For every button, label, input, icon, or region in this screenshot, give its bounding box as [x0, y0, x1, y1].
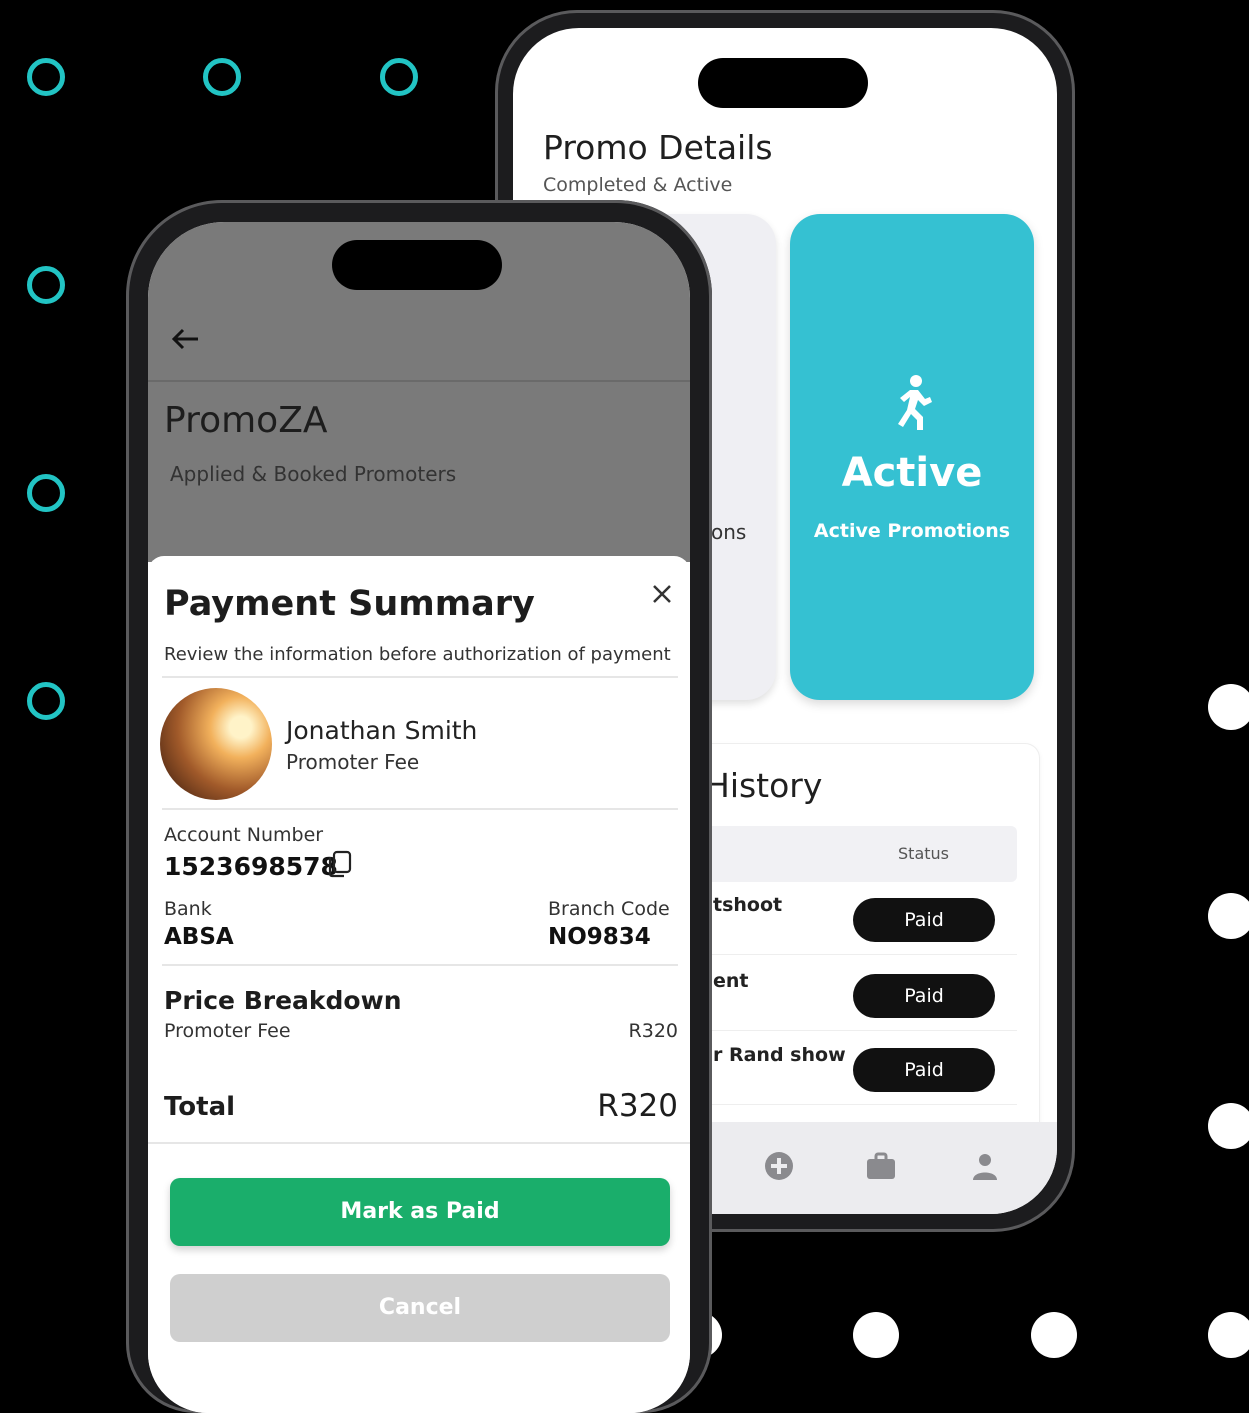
divider [148, 1142, 690, 1144]
branch-code-label: Branch Code [548, 898, 670, 920]
back-arrow-icon[interactable] [168, 322, 202, 356]
active-heading: Active [841, 450, 983, 496]
account-number-value: 1523698578 [164, 852, 338, 881]
price-breakdown-title: Price Breakdown [164, 986, 402, 1015]
person-icon[interactable] [969, 1150, 1001, 1182]
decor-dot [1031, 1312, 1077, 1358]
decor-ring [27, 58, 65, 96]
payment-summary-sheet: Payment Summary Review the information b… [148, 556, 690, 1413]
briefcase-icon[interactable] [865, 1150, 897, 1182]
status-badge: Paid [853, 898, 995, 942]
account-number-label: Account Number [164, 824, 324, 846]
table-row[interactable]: ent Paid [673, 960, 1017, 1031]
status-column-header: Status [898, 844, 949, 863]
dynamic-island [332, 240, 502, 290]
bottom-nav-bar [693, 1122, 1057, 1214]
decor-ring [27, 266, 65, 304]
total-label: Total [164, 1092, 236, 1122]
running-person-icon [898, 375, 932, 430]
divider [162, 964, 678, 966]
decor-ring [203, 58, 241, 96]
bank-label: Bank [164, 898, 212, 920]
breakdown-item-label: Promoter Fee [164, 1020, 291, 1042]
avatar [160, 688, 272, 800]
mark-as-paid-button[interactable]: Mark as Paid [170, 1178, 670, 1246]
table-row[interactable]: r Rand show Paid [673, 1034, 1017, 1105]
page-subtitle: Completed & Active [543, 174, 733, 196]
promoter-role: Promoter Fee [286, 750, 420, 774]
app-title: PromoZA [164, 400, 328, 441]
cancel-button[interactable]: Cancel [170, 1274, 670, 1342]
bank-value: ABSA [164, 924, 234, 950]
active-label: Active Promotions [813, 520, 1011, 542]
promotion-name: r Rand show [713, 1044, 846, 1066]
history-table-header: Status [673, 826, 1017, 882]
active-promotions-card[interactable]: Active Active Promotions [790, 214, 1034, 700]
breakdown-item-amount: R320 [628, 1020, 678, 1042]
sheet-title: Payment Summary [164, 584, 535, 624]
promotion-name: tshoot [713, 894, 783, 916]
decor-dot [1208, 1103, 1249, 1149]
completed-card-label: ons [711, 520, 747, 544]
payment-screen: PromoZA Applied & Booked Promoters Payme… [148, 222, 690, 1413]
decor-dot [853, 1312, 899, 1358]
branch-code-value: NO9834 [548, 924, 651, 950]
phone-front: PromoZA Applied & Booked Promoters Payme… [126, 200, 712, 1413]
total-amount: R320 [597, 1088, 678, 1124]
app-subtitle: Applied & Booked Promoters [170, 462, 457, 486]
decor-ring [27, 474, 65, 512]
decor-ring [27, 682, 65, 720]
decor-dot [1208, 684, 1249, 730]
decor-dot [1208, 893, 1249, 939]
dynamic-island [698, 58, 868, 108]
header-divider [148, 380, 690, 382]
promotion-name: ent [713, 970, 749, 992]
plus-circle-icon[interactable] [763, 1150, 795, 1182]
decor-ring [380, 58, 418, 96]
status-badge: Paid [853, 1048, 995, 1092]
table-row[interactable]: tshoot Paid [673, 884, 1017, 955]
decor-dot [1208, 1312, 1249, 1358]
sheet-subtitle: Review the information before authorizat… [164, 644, 671, 665]
dimmed-background: PromoZA Applied & Booked Promoters [148, 222, 690, 562]
copy-icon[interactable] [326, 850, 352, 878]
history-title: History [705, 766, 823, 805]
divider [162, 676, 678, 678]
divider [162, 808, 678, 810]
status-badge: Paid [853, 974, 995, 1018]
promoter-name: Jonathan Smith [286, 716, 478, 745]
close-icon[interactable] [648, 580, 676, 608]
page-title: Promo Details [543, 128, 773, 167]
